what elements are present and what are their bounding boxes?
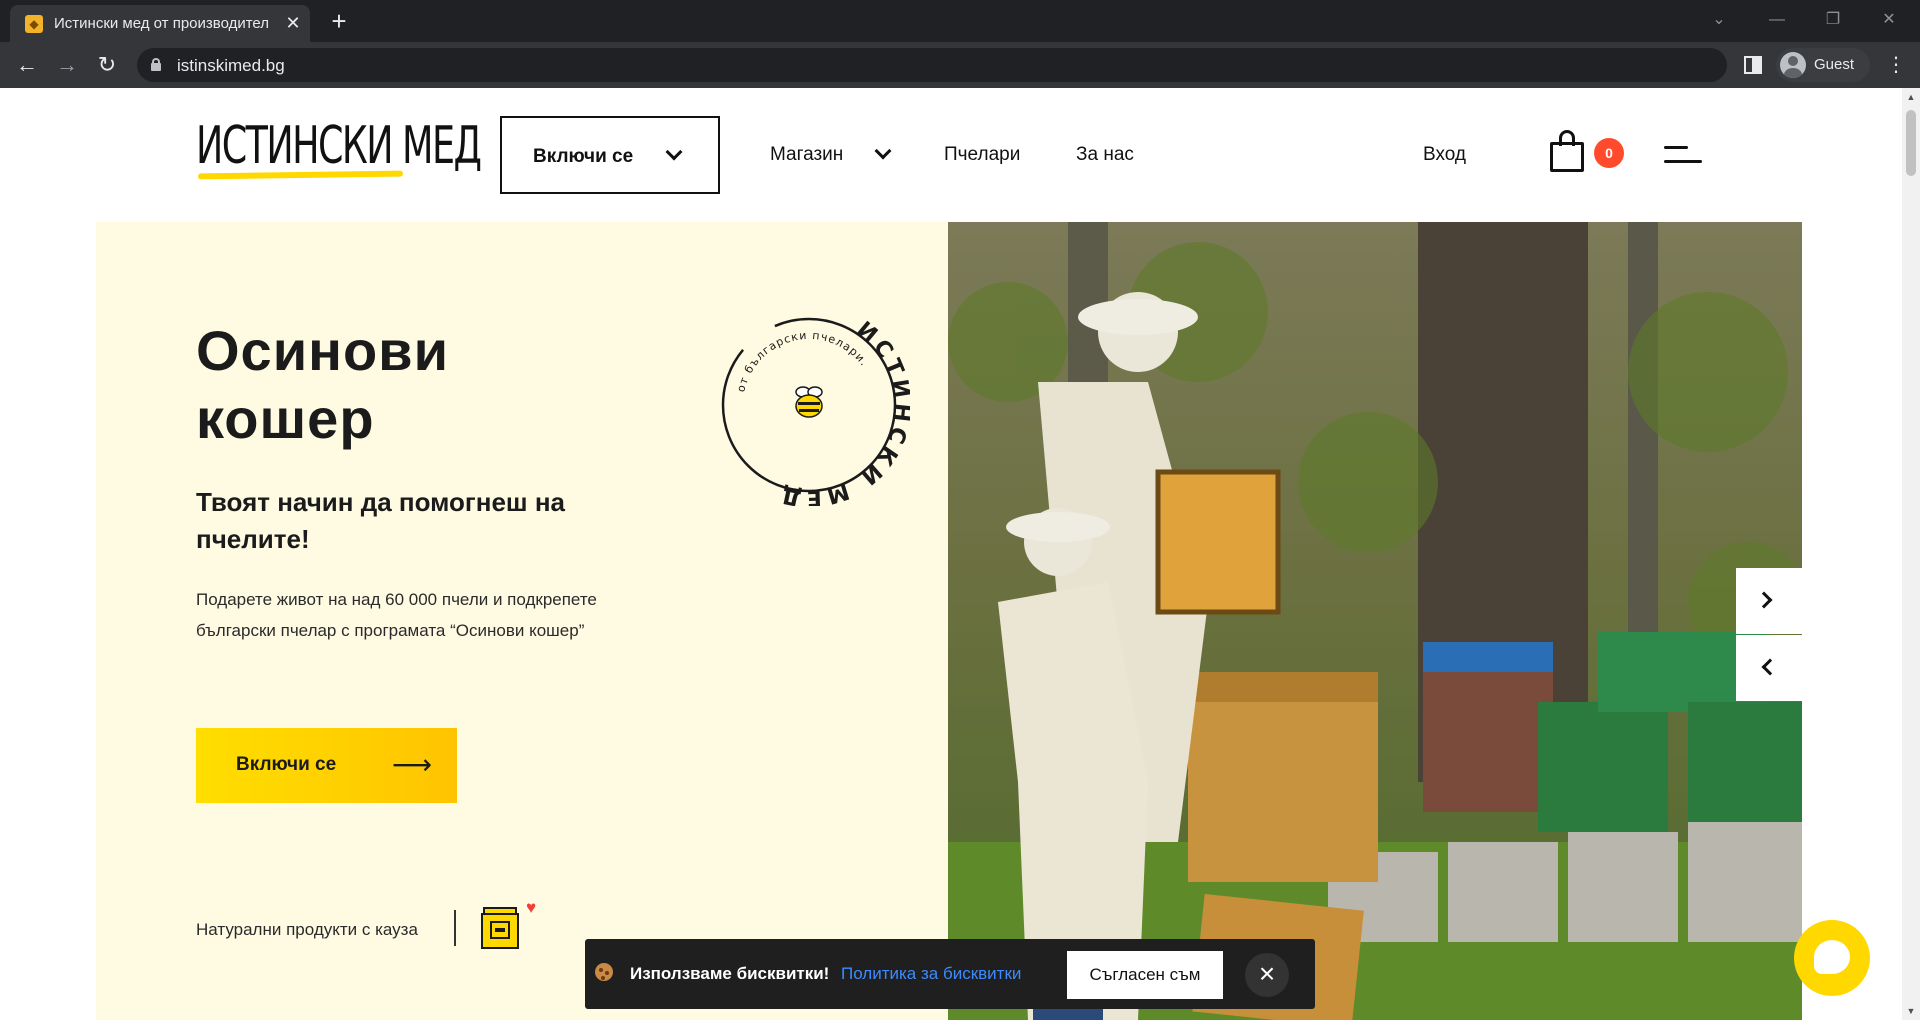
- hero-title: Осинови кошер: [196, 317, 616, 453]
- hamburger-menu-icon[interactable]: [1664, 146, 1702, 164]
- brand-stamp: ИСТИНСКИ МЕД от български пчелари.: [721, 317, 910, 506]
- arrow-right-icon: ⟶: [392, 749, 433, 780]
- new-tab-button[interactable]: +: [324, 6, 354, 36]
- join-cta-button[interactable]: Включи се ⟶: [196, 728, 457, 803]
- bee-icon: [795, 386, 823, 418]
- reload-button[interactable]: ↻: [92, 50, 122, 80]
- cookie-banner: Използваме бисквитки! Политика за бискви…: [585, 939, 1315, 1009]
- chevron-right-icon: [1755, 591, 1773, 609]
- chevron-left-icon: [1761, 658, 1779, 676]
- cookie-icon: [595, 963, 613, 981]
- shop-chevron-down-icon[interactable]: [874, 142, 892, 160]
- browser-tab[interactable]: ◆ Истински мед от производител ✕: [10, 5, 310, 42]
- cookie-accept-button[interactable]: Съгласен съм: [1067, 951, 1223, 999]
- join-dropdown[interactable]: Включи се: [500, 116, 720, 194]
- close-icon[interactable]: ×: [1245, 953, 1289, 997]
- join-dropdown-label: Включи се: [533, 146, 634, 167]
- lock-icon: [151, 58, 161, 71]
- profile-label: Guest: [1814, 56, 1855, 73]
- hero-description: Подарете живот на над 60 000 пчели и под…: [196, 590, 597, 640]
- slider-next-button[interactable]: [1736, 568, 1802, 634]
- back-button[interactable]: ←: [12, 50, 42, 80]
- side-panel-icon[interactable]: [1744, 56, 1762, 74]
- hero-text-panel: Осинови кошер Твоят начин да помогнеш на…: [96, 222, 948, 1020]
- chevron-down-icon: [665, 143, 683, 161]
- nav-about[interactable]: За нас: [1076, 144, 1134, 166]
- page-scrollbar[interactable]: ▲ ▼: [1902, 88, 1920, 1020]
- cart-count-badge: 0: [1594, 138, 1624, 168]
- nav-beekeepers[interactable]: Пчелари: [944, 144, 1020, 166]
- scroll-up-arrow[interactable]: ▲: [1906, 92, 1916, 102]
- tab-search-icon[interactable]: ⌄: [1694, 0, 1744, 40]
- shopping-bag-icon[interactable]: [1550, 130, 1584, 172]
- web-page: ИСТИНСКИ МЕД Включи се Магазин Пчелари З…: [0, 88, 1902, 1020]
- forward-button[interactable]: →: [52, 50, 82, 80]
- browser-tab-strip: ◆ Истински мед от производител ✕ + ⌄ — ❐…: [0, 0, 1920, 42]
- scroll-thumb[interactable]: [1906, 110, 1916, 176]
- login-link[interactable]: Вход: [1423, 144, 1466, 166]
- svg-text:от български пчелари.: от български пчелари.: [734, 329, 871, 393]
- nav-shop[interactable]: Магазин: [770, 144, 843, 166]
- cta-label: Включи се: [236, 754, 337, 775]
- slider-prev-button[interactable]: [1736, 635, 1802, 701]
- address-bar[interactable]: istinskimed.bg 文: [137, 48, 1847, 82]
- hero-subtitle: Твоят начин да помогнеш на пчелите!: [196, 487, 565, 554]
- cause-text: Натурални продукти с кауза: [196, 920, 418, 939]
- browser-menu-icon[interactable]: ⋮: [1886, 50, 1906, 80]
- divider: [454, 910, 456, 946]
- cookie-text: Използваме бисквитки!: [630, 964, 830, 983]
- hero-title-line1: Осинови: [196, 319, 450, 382]
- avatar-icon: [1780, 52, 1806, 78]
- profile-button[interactable]: Guest: [1776, 48, 1870, 82]
- chat-button[interactable]: [1794, 920, 1870, 996]
- browser-toolbar: ← → ↻ istinskimed.bg 文 Guest ⋮: [0, 42, 1920, 88]
- restore-button[interactable]: ❐: [1808, 0, 1858, 40]
- hero-title-line2: кошер: [196, 387, 375, 450]
- tab-title: Истински мед от производител: [54, 15, 270, 32]
- url-text: istinskimed.bg: [177, 56, 285, 75]
- close-tab-icon[interactable]: ✕: [282, 12, 304, 34]
- beekeepers-photo: [948, 222, 1802, 1020]
- chat-bubble-icon: [1814, 940, 1850, 974]
- favicon-icon: ◆: [25, 15, 43, 33]
- minimize-button[interactable]: —: [1752, 0, 1802, 40]
- site-logo[interactable]: ИСТИНСКИ МЕД: [196, 116, 482, 182]
- hero-photo: [948, 222, 1802, 1020]
- cookie-policy-link[interactable]: Политика за бисквитки: [841, 964, 1021, 984]
- scroll-down-arrow[interactable]: ▼: [1906, 1006, 1916, 1016]
- logo-text: ИСТИНСКИ МЕД: [196, 116, 482, 176]
- stamp-inner-text: от български пчелари.: [734, 329, 870, 393]
- beehive-icon: [481, 907, 519, 949]
- heart-icon: ♥: [526, 898, 537, 917]
- close-window-button[interactable]: ✕: [1864, 0, 1914, 40]
